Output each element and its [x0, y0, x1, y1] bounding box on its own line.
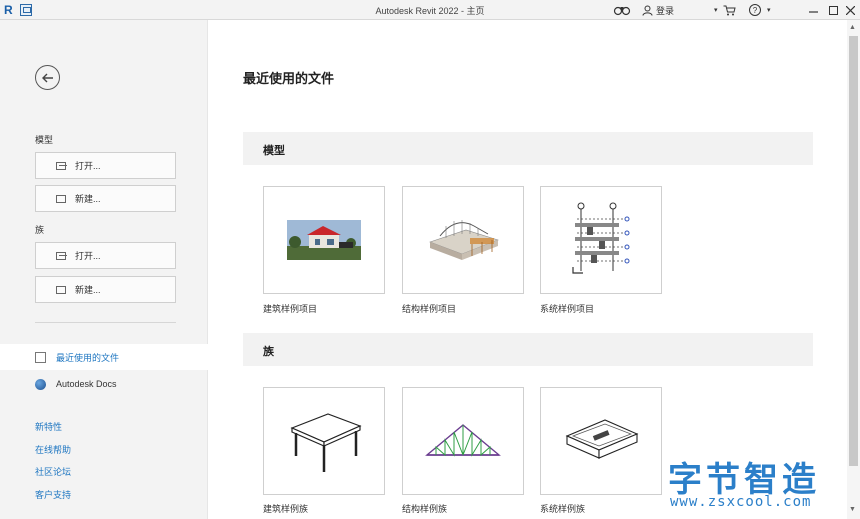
sidebar: 模型 打开... 新建... 族 打开... 新建... 最近使用的文件 Aut…: [0, 20, 208, 519]
family-card-architecture-label: 建筑样例族: [263, 504, 309, 514]
minimize-button[interactable]: [806, 3, 820, 17]
family-new-label: 新建...: [75, 285, 101, 295]
back-button[interactable]: [35, 65, 60, 90]
binoculars-icon[interactable]: [613, 3, 635, 17]
link-community-forum[interactable]: 社区论坛: [35, 465, 71, 478]
help-dropdown-icon[interactable]: ▾: [767, 3, 771, 17]
cart-icon[interactable]: [723, 3, 736, 17]
quick-access-icon[interactable]: [20, 4, 32, 16]
scroll-down-arrow-icon[interactable]: ▼: [849, 506, 856, 513]
model-section-label: 模型: [35, 135, 54, 145]
model-card-structure[interactable]: [402, 186, 524, 294]
tray-thumbnail: [565, 419, 639, 459]
help-button[interactable]: ?: [749, 3, 761, 17]
folder-icon: [56, 285, 66, 294]
model-card-systems-label: 系统样例项目: [540, 304, 595, 314]
account-dropdown-icon[interactable]: ▾: [714, 3, 718, 17]
structure-frame-thumbnail: [429, 220, 499, 260]
maximize-button[interactable]: [826, 3, 840, 17]
folder-open-icon: [56, 251, 67, 260]
link-online-help[interactable]: 在线帮助: [35, 443, 71, 456]
scrollbar-thumb[interactable]: [849, 36, 858, 466]
link-whats-new[interactable]: 新特性: [35, 420, 62, 433]
user-icon: [642, 5, 653, 16]
family-section-label: 族: [35, 225, 45, 235]
folder-icon: [56, 194, 66, 203]
model-open-label: 打开...: [75, 161, 101, 171]
family-card-systems[interactable]: [540, 387, 662, 495]
close-button[interactable]: [843, 3, 857, 17]
model-card-systems[interactable]: [540, 186, 662, 294]
sidebar-divider: [35, 322, 176, 323]
link-customer-support[interactable]: 客户支持: [35, 488, 71, 501]
model-open-button[interactable]: 打开...: [35, 152, 176, 179]
truss-thumbnail: [425, 424, 501, 457]
nav-item-recent-files[interactable]: 最近使用的文件: [0, 344, 208, 370]
globe-icon: [35, 378, 46, 390]
document-icon: [35, 351, 46, 363]
model-card-structure-label: 结构样例项目: [402, 304, 457, 314]
model-card-architecture[interactable]: [263, 186, 385, 294]
watermark-url: www.zsxcool.com: [670, 494, 812, 510]
watermark: 字节智造 www.zsxcool.com: [668, 452, 848, 512]
models-section-header: 模型: [243, 132, 813, 165]
families-section-header: 族: [243, 333, 813, 366]
mep-systems-thumbnail: [572, 202, 630, 274]
help-icon: ?: [749, 4, 761, 16]
arrow-left-icon: [41, 73, 53, 82]
page-title: 最近使用的文件: [243, 71, 335, 86]
models-section-title: 模型: [263, 145, 285, 157]
table-thumbnail: [290, 413, 362, 472]
scroll-up-arrow-icon[interactable]: ▲: [849, 24, 856, 31]
nav-docs-label: Autodesk Docs: [56, 379, 117, 389]
families-section-title: 族: [263, 346, 274, 358]
family-card-systems-label: 系统样例族: [540, 504, 586, 514]
nav-recent-label: 最近使用的文件: [56, 352, 120, 363]
sign-in-button[interactable]: 登录: [642, 3, 674, 17]
nav-item-autodesk-docs[interactable]: Autodesk Docs: [0, 371, 208, 397]
model-new-label: 新建...: [75, 194, 101, 204]
family-card-structure-label: 结构样例族: [402, 504, 448, 514]
family-new-button[interactable]: 新建...: [35, 276, 176, 303]
revit-logo-icon[interactable]: R: [4, 3, 17, 17]
title-bar: R Autodesk Revit 2022 - 主页 登录 ▾ ? ▾: [0, 0, 860, 20]
model-new-button[interactable]: 新建...: [35, 185, 176, 212]
sign-in-label: 登录: [656, 5, 675, 16]
folder-open-icon: [56, 161, 67, 170]
model-card-architecture-label: 建筑样例项目: [263, 304, 318, 314]
architecture-render-thumbnail: [287, 220, 361, 260]
family-card-structure[interactable]: [402, 387, 524, 495]
family-open-button[interactable]: 打开...: [35, 242, 176, 269]
family-card-architecture[interactable]: [263, 387, 385, 495]
family-open-label: 打开...: [75, 251, 101, 261]
